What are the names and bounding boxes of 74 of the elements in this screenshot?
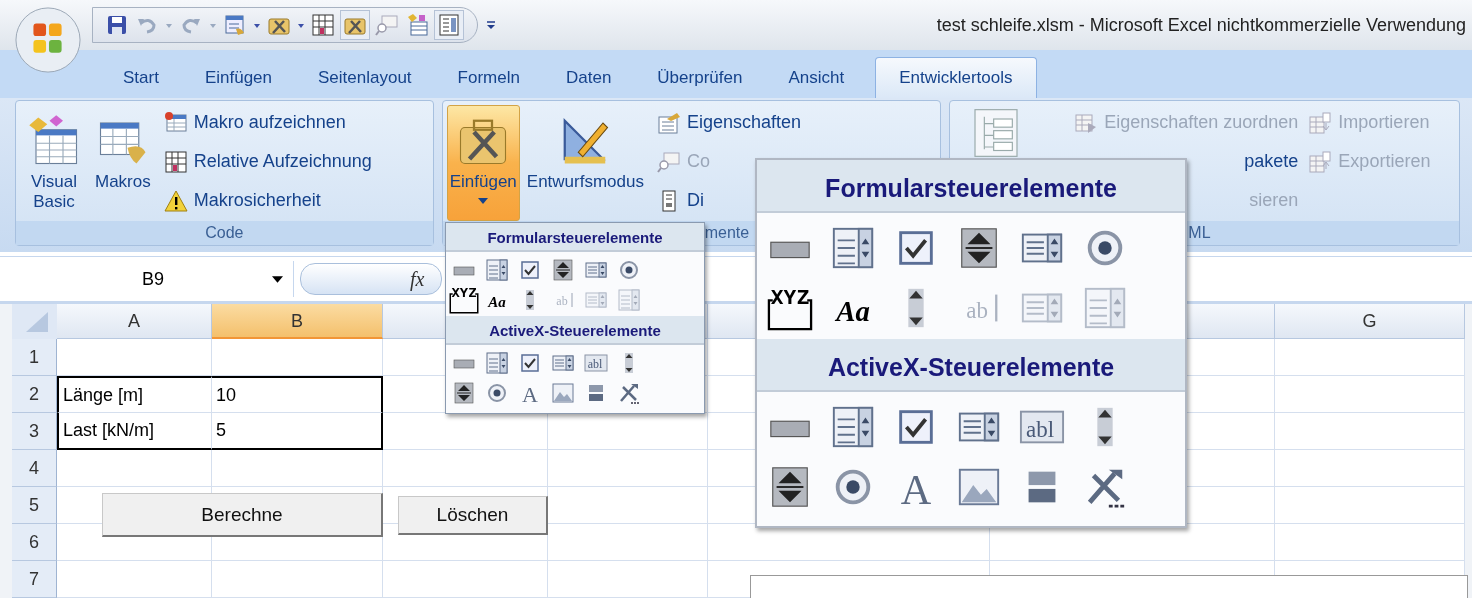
ribbon-button[interactable]: Makro aufzeichnen	[163, 105, 372, 140]
column-header[interactable]: B	[212, 304, 383, 339]
window-title: test schleife.xlsm - Microsoft Excel nichtkommerzielle Verwendung	[936, 14, 1466, 36]
menu-section-title: ActiveX-Steuerelemente	[446, 316, 704, 345]
formula-bar-handle[interactable]	[300, 263, 442, 295]
record-macro-icon	[163, 110, 188, 135]
ribbon-tab[interactable]: Entwicklertools	[875, 57, 1037, 98]
column-header[interactable]: G	[1275, 304, 1465, 339]
magnifier-icon[interactable]	[375, 13, 399, 37]
menu-section-title: Formularsteuerelemente	[757, 160, 1185, 213]
row-header[interactable]: 2	[12, 376, 57, 413]
combo-box-icon[interactable]	[830, 225, 876, 271]
ribbon-tab[interactable]: Daten	[542, 58, 635, 98]
row-header[interactable]: 6	[12, 524, 57, 561]
label-icon[interactable]: A	[518, 381, 542, 405]
column-header[interactable]: A	[57, 304, 212, 339]
tools-icon[interactable]	[617, 381, 641, 405]
toolbox-icon[interactable]	[341, 11, 369, 39]
option-button-icon[interactable]	[485, 381, 509, 405]
option-button-icon[interactable]	[617, 258, 641, 282]
text-field-icon[interactable]: abl	[584, 351, 608, 375]
name-box[interactable]: B9	[14, 261, 294, 297]
sheet-button[interactable]: Berechne	[102, 493, 383, 537]
label-icon[interactable]: A	[893, 464, 939, 510]
row-header[interactable]: 4	[12, 450, 57, 487]
check-box-icon[interactable]	[518, 351, 542, 375]
ribbon-tab[interactable]: Formeln	[434, 58, 543, 98]
ribbon-tab[interactable]: Einfügen	[181, 58, 296, 98]
combo-box-icon[interactable]	[830, 404, 876, 450]
export-icon	[1308, 149, 1333, 174]
row-header[interactable]: 3	[12, 413, 57, 450]
properties-icon	[657, 110, 681, 135]
list-icon[interactable]	[435, 11, 463, 39]
ribbon-button[interactable]: Relative Aufzeichnung	[163, 144, 372, 179]
table-cell: Länge [m]	[57, 376, 212, 413]
ribbon-tab[interactable]: Überprüfen	[634, 58, 766, 98]
spin-button-icon[interactable]	[551, 258, 575, 282]
insert-function-button[interactable]: fx	[410, 267, 425, 291]
magnifier-icon	[657, 149, 681, 174]
grid-icon	[163, 149, 188, 174]
row-header[interactable]: 7	[12, 561, 57, 598]
group-label: Code	[16, 221, 433, 245]
menu-section-title: ActiveX-Steuerelemente	[757, 339, 1185, 392]
table-cell: 10	[212, 376, 383, 413]
spin-button-icon[interactable]	[452, 381, 476, 405]
import-icon	[1308, 110, 1333, 135]
shapes-icon[interactable]	[405, 13, 429, 37]
check-box-icon[interactable]	[518, 258, 542, 282]
ribbon-button[interactable]: Makrosicherheit	[163, 183, 372, 218]
combo-box-icon[interactable]	[485, 258, 509, 282]
ribbon-tab[interactable]: Start	[100, 58, 182, 98]
form-icon[interactable]	[223, 13, 247, 37]
label-icon[interactable]: Aa	[485, 288, 509, 312]
grid-icon[interactable]	[311, 13, 335, 37]
warning-icon	[163, 188, 188, 213]
ribbon-button[interactable]: Makros	[92, 105, 154, 221]
caret-icon	[272, 275, 283, 283]
ribbon-button[interactable]: Entwurfsmodus	[523, 105, 647, 221]
combo-box-icon[interactable]	[485, 351, 509, 375]
caret-icon	[478, 198, 489, 204]
table-cell: Last [kN/m]	[57, 413, 212, 450]
save-icon[interactable]	[105, 13, 129, 37]
ribbon-button[interactable]: pakete	[1244, 144, 1299, 179]
label-icon[interactable]: Aa	[830, 285, 876, 331]
ribbon-button[interactable]: Einfügen	[446, 105, 520, 221]
ribbon-tab[interactable]: Seitenlayout	[295, 58, 435, 98]
menu-section-title: Formularsteuerelemente	[446, 223, 704, 252]
table-cell: 5	[212, 413, 383, 450]
ribbon-button[interactable]: Eigenschaften	[657, 105, 802, 140]
row-header[interactable]: 5	[12, 487, 57, 524]
row-header[interactable]: 1	[12, 339, 57, 376]
ribbon-tab[interactable]: Ansicht	[765, 58, 868, 98]
sheet-button[interactable]: Löschen	[398, 496, 548, 535]
ribbon-button[interactable]: Visual Basic	[20, 105, 88, 221]
